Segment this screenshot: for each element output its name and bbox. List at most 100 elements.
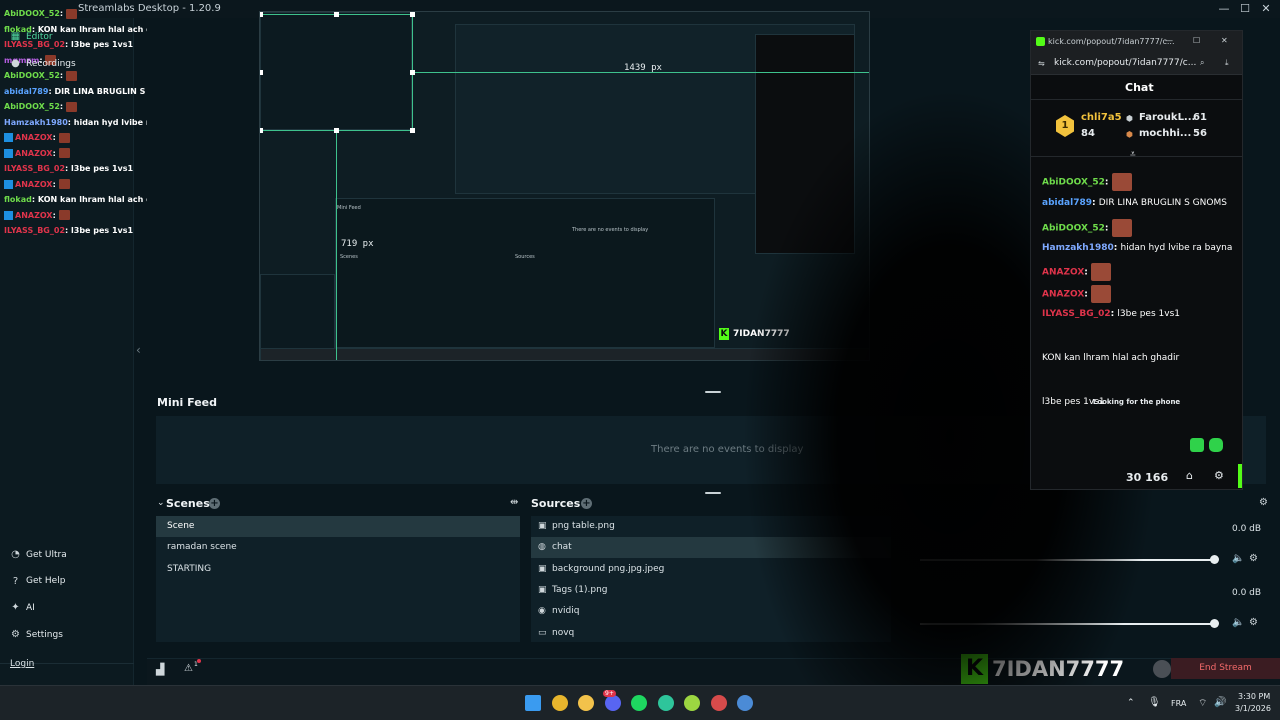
chat-title: Chat: [1125, 81, 1154, 94]
clock-time[interactable]: 3:30 PM: [1238, 692, 1270, 701]
mixer-track-1-gear-icon[interactable]: ⚙: [1249, 553, 1258, 564]
kick-chat-username[interactable]: ILYASS_BG_02: [1042, 309, 1111, 319]
sparkle-icon: ✦: [11, 602, 20, 614]
emote-icon-a[interactable]: [1190, 438, 1204, 452]
zoom-icon[interactable]: ⌕: [1200, 58, 1204, 68]
mixer-track-2-knob[interactable]: [1210, 619, 1219, 628]
resize-handle-t[interactable]: [334, 12, 339, 17]
tray-chevron-icon[interactable]: ⌃: [1127, 698, 1135, 708]
nav-ai[interactable]: ✦ AI: [10, 602, 35, 613]
start-icon[interactable]: [525, 695, 541, 711]
rank-2-name[interactable]: FaroukL...: [1139, 112, 1195, 123]
chrome-active-icon[interactable]: [737, 695, 753, 711]
performance-icon[interactable]: ▟: [156, 663, 164, 676]
source-item[interactable]: ▣ png table.png: [531, 516, 891, 537]
kick-chat-username[interactable]: ANAZOX: [1042, 290, 1084, 300]
chat-username[interactable]: ANAZOX: [15, 149, 53, 158]
scene-item[interactable]: ramadan scene: [156, 537, 520, 558]
add-scene-button[interactable]: +: [209, 498, 220, 509]
popout-minimize-button[interactable]: —: [1165, 36, 1173, 45]
resize-handle-r[interactable]: [410, 70, 415, 75]
mixer-track-1-mute-icon[interactable]: 🔈: [1232, 553, 1244, 564]
popout-maximize-button[interactable]: ☐: [1193, 36, 1200, 45]
kick-chat-username[interactable]: AbiDOOX_52: [1042, 178, 1105, 188]
source-item[interactable]: ▣ background png.jpg.jpeg: [531, 559, 891, 580]
clock-date[interactable]: 3/1/2026: [1235, 704, 1271, 713]
discord-icon[interactable]: [604, 695, 621, 711]
stream-preview[interactable]: Mini Feed There are no events to display…: [259, 11, 870, 361]
chat-username[interactable]: AbiDOOX_52: [4, 71, 60, 80]
mixer-track-1-slider[interactable]: [920, 559, 1214, 561]
language-indicator[interactable]: FRA: [1171, 699, 1186, 708]
collapse-arrow-icon[interactable]: ‹: [136, 343, 141, 357]
source-item[interactable]: ◉ nvidiq: [531, 601, 891, 622]
resize-grip[interactable]: [705, 391, 721, 393]
send-button[interactable]: [1238, 464, 1242, 488]
source-item[interactable]: ▣ Tags (1).png: [531, 580, 891, 601]
chat-settings-icon[interactable]: ⚙: [1214, 469, 1224, 482]
close-button[interactable]: ✕: [1254, 1, 1278, 17]
end-stream-button[interactable]: End Stream: [1171, 658, 1280, 679]
chat-username[interactable]: Hamzakh1980: [4, 118, 68, 127]
volume-icon[interactable]: 🔊: [1214, 697, 1226, 708]
chrome-profile-icon[interactable]: [710, 695, 727, 711]
mixer-track-1-knob[interactable]: [1210, 555, 1219, 564]
resize-handle-b[interactable]: [334, 128, 339, 133]
download-icon[interactable]: ⤓: [1225, 58, 1229, 68]
chat-username[interactable]: ANAZOX: [15, 211, 53, 220]
mixer-track-2-slider[interactable]: [920, 623, 1214, 625]
spotify-icon[interactable]: [631, 695, 647, 711]
resize-handle-bl[interactable]: [260, 128, 263, 133]
chat-username[interactable]: abidal789: [4, 87, 48, 96]
rank-1-name[interactable]: chli7a5: [1081, 112, 1122, 123]
mixer-settings-icon[interactable]: ⚙: [1259, 497, 1268, 508]
rank-3-name[interactable]: mochhi...: [1139, 128, 1191, 139]
kick-chat-username[interactable]: Hamzakh1980: [1042, 243, 1114, 253]
scene-item[interactable]: STARTING: [156, 559, 520, 580]
nav-settings[interactable]: ⚙ Settings: [10, 629, 63, 640]
kick-chat-username[interactable]: abidal789: [1042, 198, 1092, 208]
mixer-track-2-gear-icon[interactable]: ⚙: [1249, 617, 1258, 628]
login-link[interactable]: Login: [10, 659, 34, 669]
chat-username[interactable]: ILYASS_BG_02: [4, 164, 65, 173]
scene-item[interactable]: Scene: [156, 516, 520, 537]
resize-handle-l[interactable]: [260, 70, 263, 75]
resize-handle-br[interactable]: [410, 128, 415, 133]
record-button[interactable]: [1153, 660, 1171, 678]
site-settings-icon[interactable]: ⇋: [1038, 59, 1045, 68]
alert-icon[interactable]: ⚠: [184, 663, 193, 674]
nav-recordings[interactable]: ● Recordings: [10, 58, 76, 69]
nav-get-ultra[interactable]: ◔ Get Ultra: [10, 549, 67, 560]
resize-handle-tl[interactable]: [260, 12, 263, 17]
popout-close-button[interactable]: ✕: [1221, 36, 1228, 45]
add-source-button[interactable]: +: [581, 498, 592, 509]
wifi-icon[interactable]: ⌔: [1198, 697, 1207, 710]
chrome-icon[interactable]: [551, 695, 568, 711]
nav-editor[interactable]: ▦ Editor: [10, 31, 53, 42]
mini-feed-empty-text: There are no events to display: [651, 444, 804, 455]
scenes-collapse-icon[interactable]: ⌄: [157, 498, 165, 508]
scene-transition-icon[interactable]: ⇹: [510, 497, 518, 508]
kick-chat-username[interactable]: ANAZOX: [1042, 268, 1084, 278]
chat-username[interactable]: AbiDOOX_52: [4, 102, 60, 111]
chat-username[interactable]: ILYASS_BG_02: [4, 226, 65, 235]
chat-username[interactable]: ANAZOX: [15, 180, 53, 189]
chat-username[interactable]: ANAZOX: [15, 133, 53, 142]
resize-handle-tr[interactable]: [410, 12, 415, 17]
store-icon[interactable]: ⌂: [1186, 469, 1193, 482]
emote-icon-b[interactable]: [1209, 438, 1223, 452]
source-item[interactable]: ▭ novq: [531, 623, 891, 644]
streamlabs-icon[interactable]: [657, 695, 674, 711]
source-item[interactable]: ◍ chat: [531, 537, 891, 559]
expand-leaderboard-icon[interactable]: ⩡: [1130, 149, 1136, 160]
chat-username[interactable]: flokad: [4, 195, 32, 204]
nav-get-help[interactable]: ? Get Help: [10, 576, 66, 587]
chat-app-icon[interactable]: [684, 695, 700, 711]
kick-chat-username[interactable]: AbiDOOX_52: [1042, 224, 1105, 234]
popout-address-bar[interactable]: ⇋ kick.com/popout/7idan7777/c... ⌕ ⤓: [1031, 53, 1242, 75]
explorer-icon[interactable]: [578, 695, 594, 711]
chat-username[interactable]: AbiDOOX_52: [4, 9, 60, 18]
mixer-track-2-mute-icon[interactable]: 🔈: [1232, 617, 1244, 628]
resize-grip-lower[interactable]: [705, 492, 721, 494]
microphone-icon[interactable]: 🎙: [1148, 697, 1161, 708]
